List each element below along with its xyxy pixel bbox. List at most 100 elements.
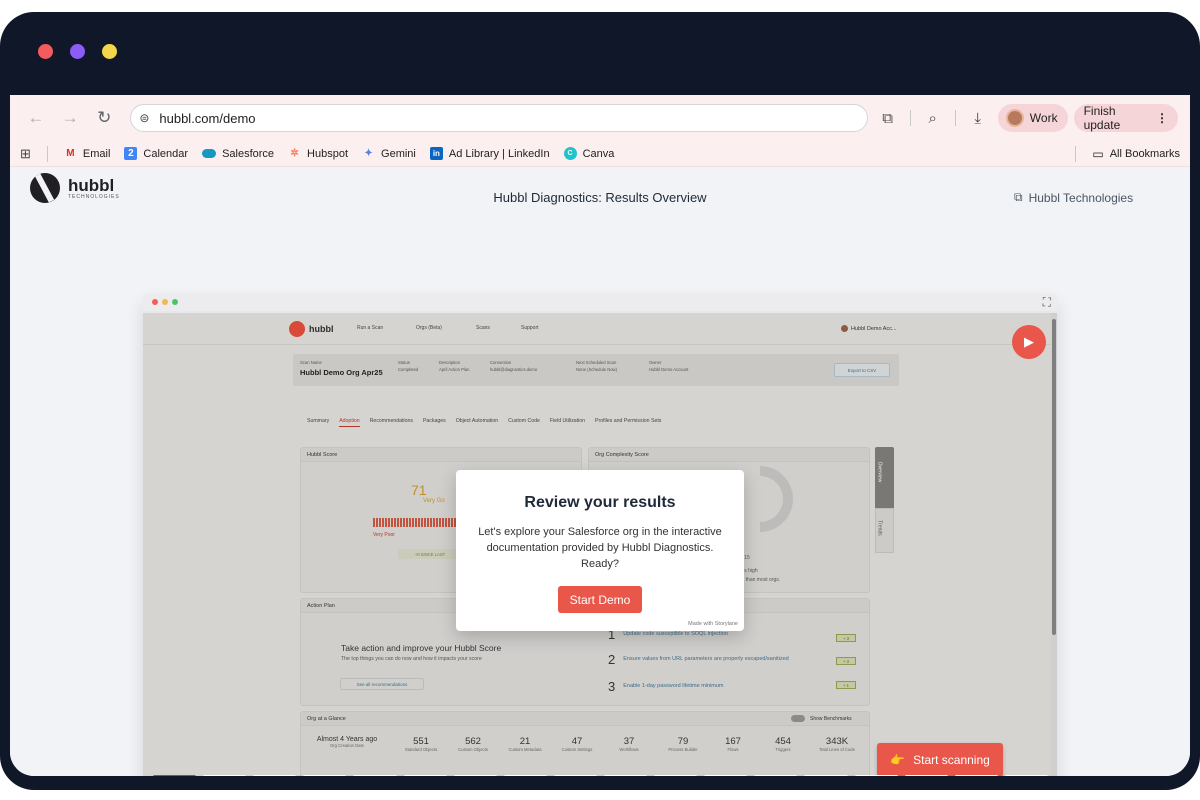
progress-segment[interactable] <box>203 775 247 776</box>
progress-segment[interactable] <box>253 775 297 776</box>
browser-toolbar: ← → ↻ ⊜ hubbl.com/demo ⧉ ⌕ ⤓ Work Finish… <box>10 95 1190 141</box>
minimize-dot[interactable] <box>70 44 85 59</box>
progress-segment[interactable] <box>353 775 397 776</box>
glance-stat: 37 Workflows <box>619 736 639 752</box>
maximize-dot[interactable] <box>102 44 117 59</box>
bookmark-email[interactable]: M Email <box>64 147 110 160</box>
app-logo[interactable]: hubbl <box>289 321 334 337</box>
progress-segment[interactable] <box>704 775 748 776</box>
tab-summary[interactable]: Summary <box>307 418 329 427</box>
progress-segment[interactable] <box>954 775 998 776</box>
nav-orgs[interactable]: Orgs (Beta) <box>416 325 442 331</box>
tab-custom-code[interactable]: Custom Code <box>508 418 540 427</box>
glance-stat: 343K Total Lines of Code <box>819 736 855 752</box>
apps-grid-icon[interactable]: ⊞ <box>20 146 31 162</box>
progress-segment[interactable] <box>503 775 547 776</box>
tab-field-utilization[interactable]: Field Utilization <box>550 418 585 427</box>
demo-scrollbar[interactable] <box>1051 313 1057 776</box>
side-tab-label: Overview <box>876 461 883 483</box>
made-with-label[interactable]: Made with Storylane <box>688 621 738 627</box>
toggle-label: Show Benchmarks <box>810 716 852 722</box>
complexity-line: ex than most orgs. <box>739 577 781 583</box>
play-button[interactable]: ▶ <box>1012 325 1046 359</box>
nav-run-scan[interactable]: Run a Scan <box>357 325 383 331</box>
nav-support[interactable]: Support <box>521 325 539 331</box>
score-bar <box>373 518 463 527</box>
scan-info-bar: Scan Name Hubbl Demo Org Apr25 Status Comp… <box>293 354 899 386</box>
finish-update-button[interactable]: Finish update ⋮ <box>1073 104 1178 132</box>
progress-segment[interactable] <box>403 775 447 776</box>
account-menu[interactable]: Hubbl Demo Acc... <box>841 325 897 332</box>
bookmarks-divider <box>46 145 48 162</box>
bookmark-label: Hubspot <box>307 147 349 160</box>
status-field: Status Completed <box>398 360 419 372</box>
progress-segment[interactable] <box>603 775 648 776</box>
url-text[interactable]: hubbl.com/demo <box>159 111 255 126</box>
bookmark-salesforce[interactable]: Salesforce <box>202 148 274 160</box>
bookmark-hubspot[interactable]: ✲ Hubspot <box>288 147 348 160</box>
progress-segment[interactable] <box>153 775 197 776</box>
bookmark-calendar[interactable]: 2 Calendar <box>124 147 188 160</box>
progress-segment[interactable] <box>453 775 497 776</box>
external-link[interactable]: ⧉ Hubbl Technologies <box>1014 190 1133 205</box>
tab-recommendations[interactable]: Recommendations <box>370 418 413 427</box>
all-bookmarks-label: All Bookmarks <box>1109 147 1180 160</box>
forward-arrow-icon[interactable]: → <box>56 103 84 133</box>
reload-icon[interactable]: ↻ <box>90 103 118 133</box>
bookmark-gemini[interactable]: ✦ Gemini <box>362 147 416 160</box>
tab-profiles[interactable]: Profiles and Permission Sets <box>595 418 661 427</box>
progress-segment[interactable] <box>754 775 798 776</box>
avatar <box>841 325 848 332</box>
bookmark-label: Ad Library | LinkedIn <box>448 147 550 160</box>
score-poor-label: Very Poor <box>373 532 395 538</box>
close-dot[interactable] <box>38 44 53 59</box>
address-bar[interactable]: ⊜ hubbl.com/demo <box>130 104 868 132</box>
tab-search-icon[interactable]: ⌕ <box>919 103 947 133</box>
linkedin-icon: in <box>429 147 443 160</box>
bookmark-linkedin[interactable]: in Ad Library | LinkedIn <box>429 147 550 160</box>
download-icon[interactable]: ⤓ <box>964 103 992 133</box>
bookmark-label: Salesforce <box>222 147 275 160</box>
bookmarks-bar: ⊞ M Email 2 Calendar Salesforce ✲ Hubspot ✦… <box>10 141 1190 167</box>
scroll-thumb[interactable] <box>1052 319 1056 635</box>
hubspot-icon: ✲ <box>290 148 299 159</box>
external-link-icon: ⧉ <box>1014 190 1023 204</box>
page-title: Hubbl Diagnostics: Results Overview <box>493 190 707 205</box>
see-all-recommendations-button[interactable]: See all recommendations <box>340 678 424 690</box>
browser-window: ← → ↻ ⊜ hubbl.com/demo ⧉ ⌕ ⤓ Work Finish… <box>10 95 1190 776</box>
recommendation-item[interactable]: 3 Enable 1-day password lifetime minimum <box>608 680 724 693</box>
glance-stat: 551 Standard Objects <box>404 736 438 752</box>
demo-titlebar: ⛶ <box>143 293 1057 311</box>
app-logo-text: hubbl <box>309 324 334 334</box>
extensions-icon[interactable]: ⧉ <box>874 103 902 133</box>
benchmarks-toggle[interactable] <box>791 715 805 722</box>
all-bookmarks[interactable]: ▭ All Bookmarks <box>1092 147 1180 161</box>
progress-segment[interactable] <box>1004 775 1048 776</box>
glance-stat: 79 Process Builder <box>668 736 698 752</box>
export-csv-button[interactable]: Export to CSV <box>834 363 890 377</box>
progress-segment[interactable] <box>303 775 347 776</box>
bookmark-label: Gemini <box>381 147 416 160</box>
nav-scans[interactable]: Scans <box>476 325 490 331</box>
score-rating: Very Go <box>423 498 445 504</box>
fullscreen-icon[interactable]: ⛶ <box>1043 295 1051 310</box>
start-scanning-button[interactable]: 👉 Start scanning <box>877 743 1003 776</box>
side-tab-trends[interactable]: Trends <box>875 508 894 553</box>
progress-segment[interactable] <box>553 775 597 776</box>
progress-segment[interactable] <box>904 775 948 776</box>
glance-stat: 21 Custom Metadata <box>508 736 542 752</box>
recommendation-item[interactable]: 2 Ensure values from URL parameters are p… <box>608 653 793 666</box>
start-demo-button[interactable]: Start Demo <box>558 586 642 613</box>
site-info-icon[interactable]: ⊜ <box>139 111 149 125</box>
profile-button[interactable]: Work <box>997 104 1068 132</box>
progress-segment[interactable] <box>654 775 698 776</box>
progress-segment[interactable] <box>804 775 848 776</box>
tab-object-automation[interactable]: Object Automation <box>456 418 498 427</box>
back-arrow-icon[interactable]: ← <box>22 103 50 133</box>
review-modal: Review your results Let's explore your S… <box>456 470 744 631</box>
tab-adoption[interactable]: Adoption <box>339 418 360 427</box>
progress-segment[interactable] <box>854 775 898 776</box>
tab-packages[interactable]: Packages <box>423 418 446 427</box>
app-tabs: Summary Adoption Recommendations Package… <box>307 418 661 427</box>
bookmark-canva[interactable]: C Canva <box>563 147 614 160</box>
